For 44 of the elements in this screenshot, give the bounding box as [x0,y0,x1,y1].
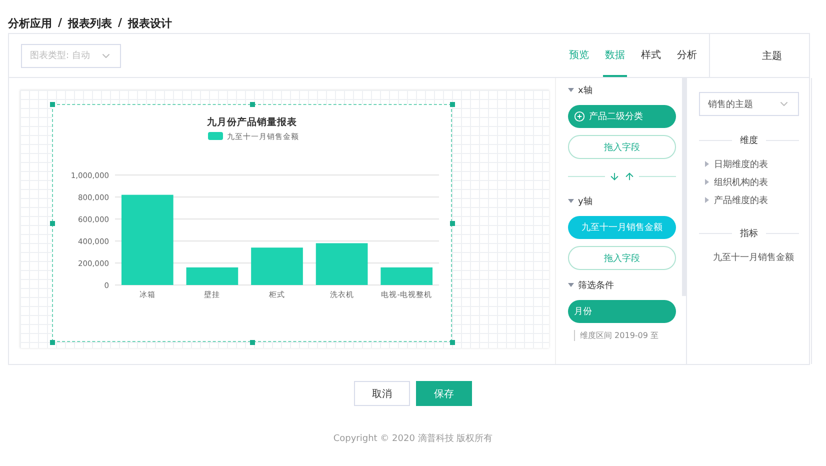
bar [186,267,238,285]
breadcrumb-item[interactable]: 报表设计 [128,16,172,33]
filter-detail: 维度区间 2019-09 至 [574,330,676,341]
caret-icon[interactable] [568,88,574,92]
resize-handle[interactable] [450,102,455,107]
resize-handle[interactable] [250,102,255,107]
resize-handle[interactable] [250,340,255,345]
resize-handle[interactable] [50,340,55,345]
bar [380,267,433,285]
resize-handle[interactable] [50,221,55,226]
theme-select[interactable]: 销售的主题 [699,92,799,116]
tree-item[interactable]: 九至十一月销售金额 [699,248,799,266]
tab[interactable]: 样式 [639,34,663,77]
legend-swatch [208,132,223,140]
breadcrumb-separator: / [58,16,62,31]
group-title: 指标 [740,228,758,240]
caret-right-icon [705,179,709,185]
tree-item[interactable]: 组织机构的表 [699,173,799,191]
cancel-button[interactable]: 取消 [354,381,410,406]
section-title: y轴 [578,196,592,208]
breadcrumb-separator: / [118,16,122,31]
breadcrumb-item[interactable]: 报表列表 [68,16,112,33]
section-title: x轴 [578,84,592,96]
section-title: 筛选条件 [578,280,614,292]
arrow-up-icon[interactable] [624,170,635,182]
tree-item[interactable]: 日期维度的表 [699,155,799,173]
caret-icon[interactable] [568,199,574,203]
caret-right-icon [705,197,709,203]
chart-title: 九月份产品销量报表 [207,117,297,128]
caret-right-icon [705,161,709,167]
resize-handle[interactable] [450,340,455,345]
panel-title: 主题 [761,50,783,64]
caret-icon[interactable] [568,283,574,287]
resize-handle[interactable] [450,221,455,226]
bar [316,243,368,285]
resize-handle[interactable] [50,102,55,107]
breadcrumb-item[interactable]: 分析应用 [8,16,52,33]
arrow-down-icon[interactable] [609,170,620,182]
group-title: 维度 [740,134,758,147]
tab[interactable]: 分析 [675,34,699,77]
circle-plus-icon[interactable] [574,111,585,122]
copyright-text: Copyright © 2020 滴普科技 版权所有 [333,434,493,444]
bar [251,248,303,285]
tree-item[interactable]: 产品维度的表 [699,191,799,209]
